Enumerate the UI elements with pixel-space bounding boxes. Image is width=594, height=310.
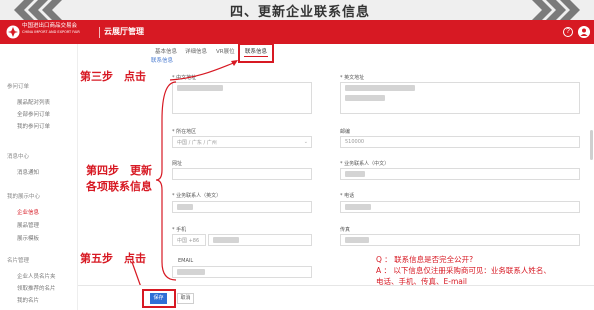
qa-answer-line1: A ： 以下信息仅注册采购商可见：业务联系人姓名、 [376,266,551,275]
step3-arrow-line [169,61,237,81]
step4-line2: 各项联系信息 [86,180,152,193]
step4-bracket [155,81,177,281]
step4-callout: 第四步 更新 各项联系信息 [86,163,152,195]
page-root: 四、更新企业联系信息 中国进出口商品交易会 CHINA IMPORT AND E… [0,0,594,310]
save-button[interactable]: 保存 [150,293,167,304]
qa-note: Q ： 联系信息是否完全公开? A ： 以下信息仅注册采购商可见：业务联系人姓名… [376,254,590,287]
step5-callout: 第五步 点击 [80,252,146,265]
step4-line1: 第四步 更新 [86,164,152,177]
qa-question: Q ： 联系信息是否完全公开? [376,255,474,264]
scrollbar[interactable] [590,130,593,160]
step3-callout: 第三步 点击 [80,70,146,83]
cancel-button[interactable]: 取消 [177,293,194,304]
